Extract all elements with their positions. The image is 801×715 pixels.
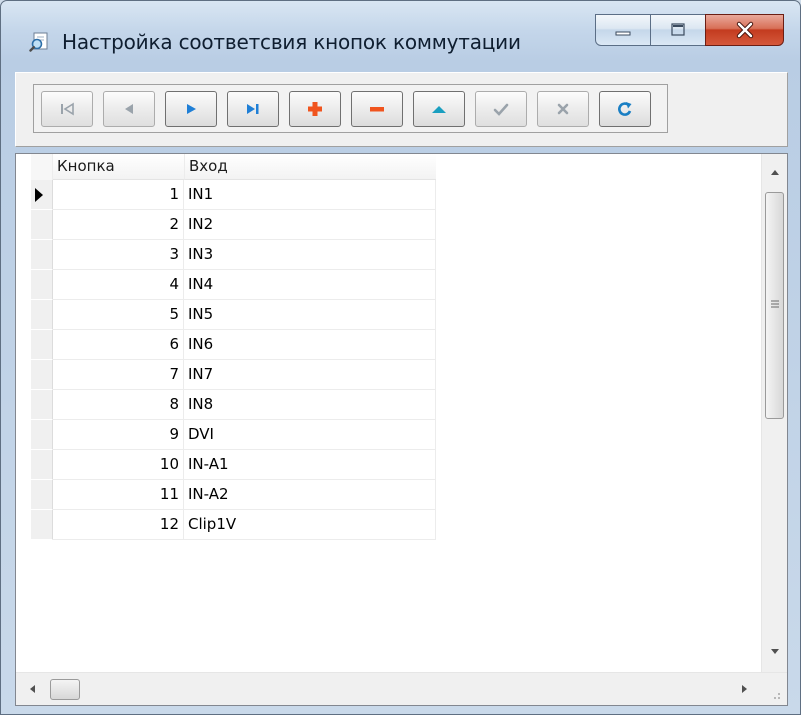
first-record-icon	[61, 102, 74, 116]
vertical-scrollbar[interactable]	[761, 154, 787, 672]
delete-record-button[interactable]	[351, 91, 403, 127]
data-grid[interactable]: Кнопка Вход 1 IN1 2 IN2 3 IN3 4 IN4 5 IN5 6 IN6 7 IN7…	[15, 153, 788, 706]
scroll-right-arrow-icon[interactable]	[741, 684, 749, 694]
title-bar[interactable]: Настройка соответсвия кнопок коммутации	[1, 1, 800, 71]
row-indicator[interactable]	[31, 360, 53, 390]
table-row[interactable]: 6 IN6	[16, 330, 436, 360]
table-row[interactable]: 8 IN8	[16, 390, 436, 420]
row-indicator[interactable]	[31, 180, 53, 210]
cell-button-number[interactable]: 12	[53, 510, 184, 540]
edit-record-button[interactable]	[413, 91, 465, 127]
row-indicator[interactable]	[31, 510, 53, 540]
last-record-icon	[247, 104, 259, 114]
last-record-button[interactable]	[227, 91, 279, 127]
cell-input[interactable]: IN5	[184, 300, 436, 330]
table-row[interactable]: 12 Clip1V	[16, 510, 436, 540]
cell-input[interactable]: IN6	[184, 330, 436, 360]
cell-input[interactable]: IN-A1	[184, 450, 436, 480]
cell-button-number[interactable]: 7	[53, 360, 184, 390]
scroll-up-arrow-icon[interactable]	[770, 168, 780, 176]
plus-icon	[308, 102, 322, 116]
minus-icon	[370, 107, 384, 112]
cell-button-number[interactable]: 2	[53, 210, 184, 240]
cell-input[interactable]: IN1	[184, 180, 436, 210]
maximize-button[interactable]	[650, 14, 706, 46]
cell-input[interactable]: IN4	[184, 270, 436, 300]
grid-header-row: Кнопка Вход	[16, 154, 436, 180]
column-header-button-number[interactable]: Кнопка	[53, 154, 184, 180]
cell-input[interactable]: DVI	[184, 420, 436, 450]
minimize-button[interactable]	[595, 14, 651, 46]
table-row[interactable]: 2 IN2	[16, 210, 436, 240]
cell-input[interactable]: IN7	[184, 360, 436, 390]
table-row[interactable]: 3 IN3	[16, 240, 436, 270]
row-indicator[interactable]	[31, 390, 53, 420]
refresh-icon	[618, 102, 632, 116]
next-record-icon	[187, 104, 196, 114]
first-record-button[interactable]	[41, 91, 93, 127]
row-indicator[interactable]	[31, 270, 53, 300]
table-row[interactable]: 10 IN-A1	[16, 450, 436, 480]
row-indicator[interactable]	[31, 240, 53, 270]
horizontal-scroll-thumb[interactable]	[50, 679, 80, 700]
table-row[interactable]: 9 DVI	[16, 420, 436, 450]
minimize-icon	[615, 31, 631, 36]
grid-viewport: Кнопка Вход 1 IN1 2 IN2 3 IN3 4 IN4 5 IN5 6 IN6 7 IN7…	[16, 154, 761, 672]
cell-input[interactable]: Clip1V	[184, 510, 436, 540]
scroll-left-arrow-icon[interactable]	[28, 684, 36, 694]
cell-button-number[interactable]: 3	[53, 240, 184, 270]
prior-record-button[interactable]	[103, 91, 155, 127]
up-triangle-icon	[432, 106, 446, 113]
row-indicator[interactable]	[31, 210, 53, 240]
cell-button-number[interactable]: 1	[53, 180, 184, 210]
cell-button-number[interactable]: 6	[53, 330, 184, 360]
db-navigator	[33, 84, 668, 133]
grip-lines-icon	[771, 300, 779, 308]
insert-record-button[interactable]	[289, 91, 341, 127]
cell-input[interactable]: IN3	[184, 240, 436, 270]
cell-button-number[interactable]: 5	[53, 300, 184, 330]
row-indicator[interactable]	[31, 420, 53, 450]
window-title: Настройка соответсвия кнопок коммутации	[62, 30, 521, 54]
main-window: Настройка соответсвия кнопок коммутации	[0, 0, 801, 715]
table-row[interactable]: 4 IN4	[16, 270, 436, 300]
size-grip-icon[interactable]	[768, 687, 782, 701]
caption-buttons	[595, 14, 784, 46]
row-indicator[interactable]	[31, 330, 53, 360]
table-row[interactable]: 11 IN-A2	[16, 480, 436, 510]
magnifier-document-icon[interactable]	[29, 31, 51, 53]
close-button[interactable]	[705, 14, 784, 46]
cell-button-number[interactable]: 10	[53, 450, 184, 480]
row-indicator[interactable]	[31, 450, 53, 480]
cell-input[interactable]: IN2	[184, 210, 436, 240]
refresh-data-button[interactable]	[599, 91, 651, 127]
scroll-down-arrow-icon[interactable]	[770, 648, 780, 656]
table-row[interactable]: 5 IN5	[16, 300, 436, 330]
cell-button-number[interactable]: 9	[53, 420, 184, 450]
checkmark-icon	[493, 103, 509, 116]
header-indicator-cell	[31, 154, 53, 180]
cell-button-number[interactable]: 11	[53, 480, 184, 510]
current-row-pointer-icon	[35, 188, 43, 202]
row-indicator[interactable]	[31, 480, 53, 510]
table-row[interactable]: 1 IN1	[16, 180, 436, 210]
cell-button-number[interactable]: 4	[53, 270, 184, 300]
cancel-edit-button[interactable]	[537, 91, 589, 127]
prior-record-icon	[125, 104, 133, 114]
horizontal-scrollbar[interactable]	[16, 672, 787, 705]
cell-input[interactable]: IN8	[184, 390, 436, 420]
next-record-button[interactable]	[165, 91, 217, 127]
maximize-icon	[671, 23, 685, 36]
row-indicator[interactable]	[31, 300, 53, 330]
toolbar-panel	[15, 72, 788, 147]
column-header-input[interactable]: Вход	[184, 154, 436, 180]
vertical-scroll-thumb[interactable]	[765, 192, 784, 419]
table-row[interactable]: 7 IN7	[16, 360, 436, 390]
cross-icon	[557, 103, 569, 115]
post-edit-button[interactable]	[475, 91, 527, 127]
close-icon	[736, 21, 753, 39]
cell-button-number[interactable]: 8	[53, 390, 184, 420]
cell-input[interactable]: IN-A2	[184, 480, 436, 510]
